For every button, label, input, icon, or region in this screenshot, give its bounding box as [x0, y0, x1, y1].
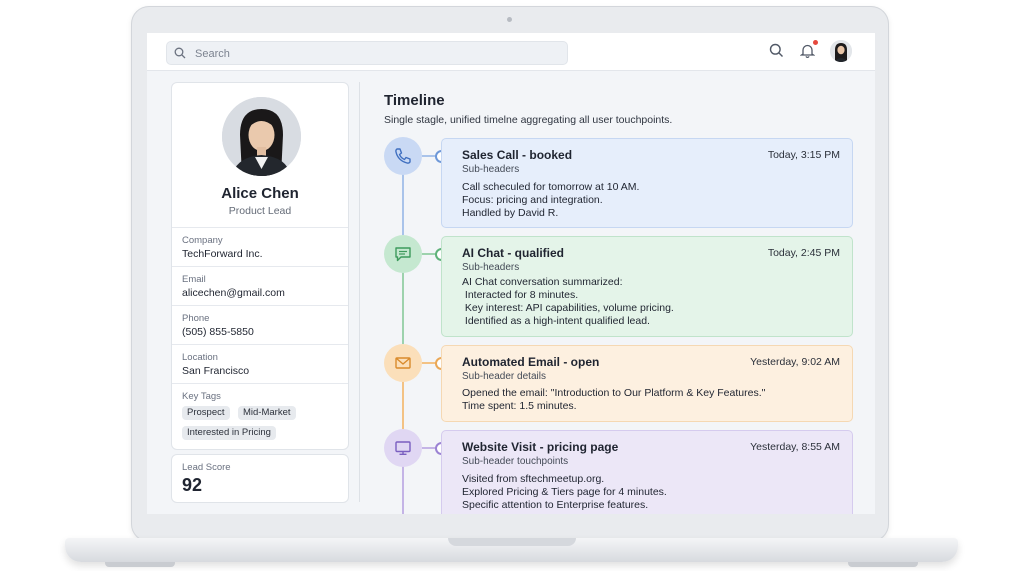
event-detail: Identified as a high-intent qualified le… — [462, 315, 650, 327]
search-icon — [174, 47, 186, 59]
timeline-node-chat — [384, 235, 422, 273]
lead-score-label: Lead Score — [182, 462, 231, 473]
app-screen: Alice Chen Product Lead Company TechForw… — [147, 33, 875, 514]
field-label: Location — [182, 352, 218, 363]
timeline-node-call — [384, 137, 422, 175]
camera-dot — [507, 17, 512, 22]
lead-score-value: 92 — [182, 475, 203, 495]
tag-interested-in-pricing[interactable]: Interested in Pricing — [182, 426, 276, 440]
event-time: Today, 2:45 PM — [767, 247, 840, 259]
field-value: TechForward Inc. — [182, 248, 263, 260]
search-icon[interactable] — [769, 43, 784, 58]
timeline-node-email — [384, 344, 422, 382]
timeline-connector — [422, 362, 436, 364]
event-subheader: Sub-headers — [462, 164, 520, 175]
field-phone: Phone (505) 855-5850 — [172, 305, 348, 345]
event-time: Yesterday, 8:55 AM — [750, 441, 840, 453]
event-detail: Interacted for 8 minutes. — [462, 289, 579, 301]
timeline-line — [402, 272, 404, 344]
search-box[interactable] — [166, 41, 568, 65]
profile-photo — [222, 97, 301, 176]
event-time: Yesterday, 9:02 AM — [750, 356, 840, 368]
field-company: Company TechForward Inc. — [172, 227, 348, 267]
timeline-subtitle: Single stagle, unified timelne aggregati… — [384, 114, 673, 126]
top-bar — [147, 33, 875, 71]
field-label: Email — [182, 274, 206, 285]
event-title: AI Chat - qualified — [462, 246, 564, 260]
timeline-connector — [422, 155, 436, 157]
event-subheader: Sub-header touchpoints — [462, 456, 569, 467]
event-detail: Time spent: 1.5 minutes. — [462, 400, 577, 412]
event-subheader: Sub-header details — [462, 371, 546, 382]
event-detail: Focus: pricing and integration. — [462, 194, 603, 206]
field-label: Key Tags — [182, 391, 221, 402]
phone-icon — [395, 148, 411, 164]
event-detail: Key interest: API capabilities, volume p… — [462, 302, 674, 314]
event-detail: Opened the email: "Introduction to Our P… — [462, 387, 766, 399]
event-card-ai-chat[interactable]: AI Chat - qualified Today, 2:45 PM Sub-h… — [441, 236, 853, 337]
bell-icon[interactable] — [800, 43, 815, 58]
timeline-line — [402, 380, 404, 429]
laptop-foot-right — [848, 562, 918, 567]
event-detail: Visited from sftechmeetup.org. — [462, 473, 605, 485]
field-value[interactable]: alicechen@gmail.com — [182, 287, 285, 299]
avatar[interactable] — [830, 40, 852, 62]
notification-dot — [813, 40, 818, 45]
field-label: Phone — [182, 313, 210, 324]
laptop-foot-left — [105, 562, 175, 567]
profile-card: Alice Chen Product Lead Company TechForw… — [171, 82, 349, 450]
field-label: Company — [182, 235, 223, 246]
search-input[interactable] — [193, 45, 557, 63]
field-key-tags: Key Tags Prospect Mid-Market Interested … — [172, 383, 348, 448]
event-detail: Call scheculed for tomorrow at 10 AM. — [462, 181, 640, 193]
field-value[interactable]: (505) 855-5850 — [182, 326, 254, 338]
event-detail: Handled by David R. — [462, 207, 559, 219]
event-detail: Explored Pricing & Tiers page for 4 minu… — [462, 486, 667, 498]
timeline-title: Timeline — [384, 92, 445, 109]
avatar-portrait — [830, 40, 852, 62]
timeline-connector — [422, 253, 436, 255]
field-value: San Francisco — [182, 365, 250, 377]
event-title: Website Visit - pricing page — [462, 440, 619, 454]
field-location: Location San Francisco — [172, 344, 348, 384]
event-card-automated-email[interactable]: Automated Email - open Yesterday, 9:02 A… — [441, 345, 853, 422]
tag-mid-market[interactable]: Mid-Market — [238, 406, 296, 420]
laptop-notch — [448, 538, 576, 546]
chat-icon — [395, 247, 411, 262]
profile-portrait — [222, 97, 301, 176]
profile-name: Alice Chen — [221, 185, 299, 202]
event-subheader: Sub-headers — [462, 262, 520, 273]
tag-prospect[interactable]: Prospect — [182, 406, 230, 420]
lead-score-card: Lead Score 92 — [171, 454, 349, 503]
field-email: Email alicechen@gmail.com — [172, 266, 348, 306]
event-detail: AI Chat conversation summarized: — [462, 276, 623, 288]
timeline-line — [402, 173, 404, 235]
column-divider — [359, 82, 360, 502]
profile-role: Product Lead — [228, 205, 292, 217]
event-title: Sales Call - booked — [462, 148, 573, 162]
timeline-node-website — [384, 429, 422, 467]
event-time: Today, 3:15 PM — [767, 149, 840, 161]
event-card-website-visit[interactable]: Website Visit - pricing page Yesterday, … — [441, 430, 853, 514]
timeline-line — [402, 466, 404, 514]
event-card-sales-call[interactable]: Sales Call - booked Today, 3:15 PM Sub-h… — [441, 138, 853, 228]
timeline-connector — [422, 447, 436, 449]
monitor-icon — [395, 441, 411, 455]
email-icon — [395, 357, 411, 369]
event-title: Automated Email - open — [462, 355, 600, 369]
event-detail: Specific attention to Enterprise feature… — [462, 499, 649, 511]
